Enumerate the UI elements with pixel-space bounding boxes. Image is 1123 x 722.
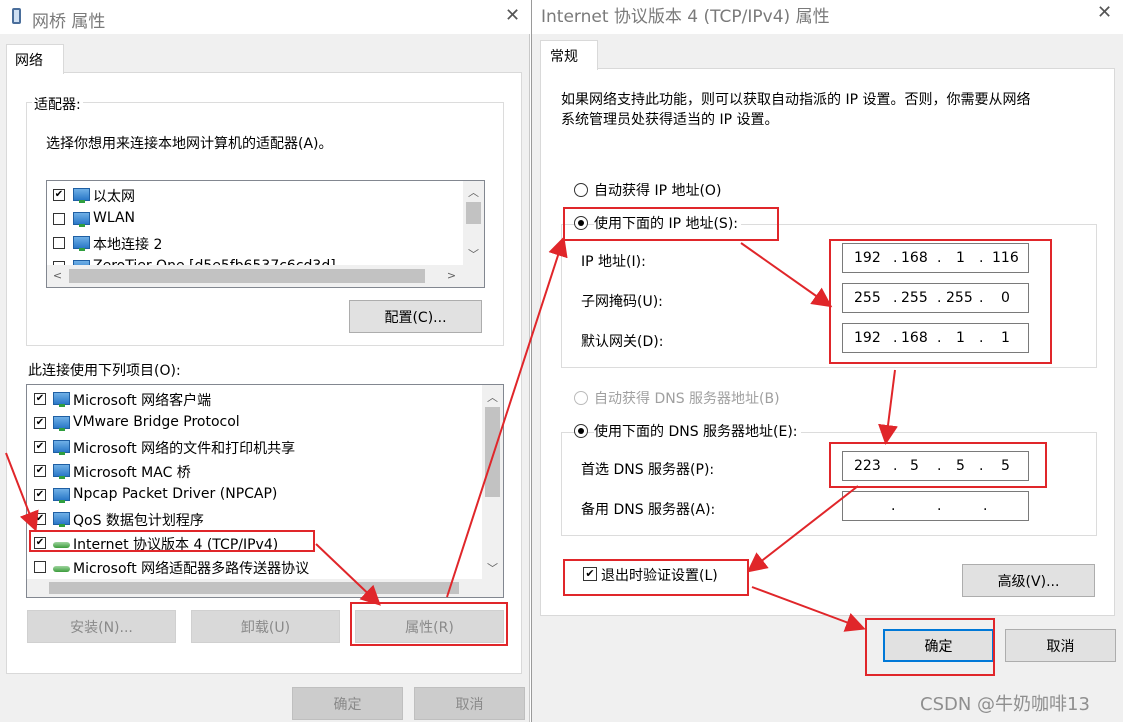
list-item[interactable]: ✔ VMware Bridge Protocol xyxy=(27,411,482,434)
highlight-box-preferred-dns xyxy=(829,442,1047,488)
bridge-app-icon xyxy=(12,8,21,24)
item-checkbox[interactable] xyxy=(34,561,46,573)
network-icon xyxy=(53,464,70,479)
scrollbar-thumb[interactable] xyxy=(49,582,459,594)
horizontal-scrollbar[interactable]: < > xyxy=(47,265,484,287)
subnet-mask-label: 子网掩码(U): xyxy=(581,294,663,310)
ip-address-label: IP 地址(I): xyxy=(581,254,646,270)
components-list[interactable]: ✔ Microsoft 网络客户端 ✔ VMware Bridge Protoc… xyxy=(26,384,504,598)
horizontal-scrollbar[interactable] xyxy=(27,579,503,597)
list-item[interactable]: ✔ Npcap Packet Driver (NPCAP) xyxy=(27,483,482,506)
advanced-button[interactable]: 高级(V)... xyxy=(962,564,1095,597)
install-button[interactable]: 安装(N)... xyxy=(27,610,176,643)
cancel-button[interactable]: 取消 xyxy=(1005,629,1116,662)
highlight-box-ip-fields xyxy=(829,239,1052,364)
list-item[interactable]: ✔ QoS 数据包计划程序 xyxy=(27,507,482,530)
list-item[interactable]: ✔ 以太网 xyxy=(47,184,463,206)
manual-dns-label: 使用下面的 DNS 服务器地址(E): xyxy=(594,421,801,441)
list-item[interactable]: ✔ Microsoft 网络客户端 xyxy=(27,387,482,410)
network-icon xyxy=(73,236,90,251)
scrollbar-thumb[interactable] xyxy=(466,202,481,224)
chevron-right-icon[interactable]: > xyxy=(443,267,460,284)
chevron-up-icon[interactable]: ︿ xyxy=(484,388,501,405)
title-bar: Internet 协议版本 4 (TCP/IPv4) 属性 ✕ xyxy=(532,0,1123,34)
close-icon[interactable]: ✕ xyxy=(1097,2,1112,23)
chevron-left-icon[interactable]: < xyxy=(49,267,66,284)
items-group-label: 此连接使用下列项目(O): xyxy=(28,363,181,379)
list-item[interactable]: ✔ Microsoft 网络的文件和打印机共享 xyxy=(27,435,482,458)
list-item[interactable]: 本地连接 2 xyxy=(47,232,463,254)
description-text: 系统管理员处获得适当的 IP 设置。 xyxy=(561,112,779,128)
watermark: CSDN @牛奶咖啡13 xyxy=(920,694,1090,715)
item-checkbox[interactable]: ✔ xyxy=(34,465,46,477)
auto-dns-radio[interactable] xyxy=(574,391,588,405)
highlight-box-ok-button xyxy=(865,618,995,676)
item-checkbox[interactable]: ✔ xyxy=(34,513,46,525)
adapters-hint: 选择你想用来连接本地网计算机的适配器(A)。 xyxy=(46,136,333,152)
ok-button[interactable]: 确定 xyxy=(292,687,403,720)
item-checkbox[interactable]: ✔ xyxy=(34,489,46,501)
auto-ip-radio[interactable] xyxy=(574,183,588,197)
adapter-checkbox[interactable] xyxy=(53,213,65,225)
adapter-checkbox[interactable]: ✔ xyxy=(53,189,65,201)
network-icon xyxy=(73,212,90,227)
chevron-down-icon[interactable]: ﹀ xyxy=(465,245,482,262)
alternate-dns-field[interactable]: ... xyxy=(842,491,1029,521)
chevron-down-icon[interactable]: ﹀ xyxy=(484,559,501,576)
item-checkbox[interactable]: ✔ xyxy=(34,393,46,405)
description-text: 如果网络支持此功能，则可以获取自动指派的 IP 设置。否则，你需要从网络 xyxy=(561,92,1031,108)
tab-general[interactable]: 常规 xyxy=(540,40,598,70)
protocol-icon xyxy=(53,566,70,572)
adapters-list[interactable]: ✔ 以太网 WLAN 本地连接 2 ZeroTier One [d5e5fb65… xyxy=(46,180,485,288)
cancel-button[interactable]: 取消 xyxy=(414,687,525,720)
manual-dns-radio[interactable] xyxy=(574,424,588,438)
list-item[interactable]: Microsoft 网络适配器多路传送器协议 xyxy=(27,555,482,578)
network-icon xyxy=(53,488,70,503)
scrollbar-thumb[interactable] xyxy=(69,269,425,283)
uninstall-button[interactable]: 卸载(U) xyxy=(191,610,340,643)
auto-dns-label: 自动获得 DNS 服务器地址(B) xyxy=(594,391,780,407)
highlight-box-properties-button xyxy=(350,602,508,646)
adapters-group-label: 适配器: xyxy=(32,94,83,114)
tab-network[interactable]: 网络 xyxy=(6,44,64,74)
network-icon xyxy=(53,416,70,431)
highlight-box-validate xyxy=(563,559,749,596)
close-icon[interactable]: ✕ xyxy=(505,5,520,26)
item-checkbox[interactable]: ✔ xyxy=(34,417,46,429)
window-title: Internet 协议版本 4 (TCP/IPv4) 属性 xyxy=(541,7,830,27)
list-item[interactable]: ✔ Microsoft MAC 桥 xyxy=(27,459,482,482)
preferred-dns-label: 首选 DNS 服务器(P): xyxy=(581,462,715,478)
window-title: 网桥 属性 xyxy=(32,12,106,32)
chevron-up-icon[interactable]: ︿ xyxy=(465,183,482,200)
network-icon xyxy=(53,512,70,527)
title-bar: 网桥 属性 ✕ xyxy=(0,0,530,34)
highlight-box-ipv4-item xyxy=(29,530,315,552)
auto-ip-label: 自动获得 IP 地址(O) xyxy=(594,183,722,199)
network-icon xyxy=(73,188,90,203)
configure-button[interactable]: 配置(C)... xyxy=(349,300,482,333)
network-icon xyxy=(53,440,70,455)
list-item[interactable]: WLAN xyxy=(47,208,463,230)
adapter-checkbox[interactable] xyxy=(53,237,65,249)
highlight-box-manual-ip xyxy=(563,207,779,241)
scrollbar-thumb[interactable] xyxy=(485,407,500,497)
alternate-dns-label: 备用 DNS 服务器(A): xyxy=(581,502,716,518)
network-icon xyxy=(53,392,70,407)
item-checkbox[interactable]: ✔ xyxy=(34,441,46,453)
gateway-label: 默认网关(D): xyxy=(581,334,664,350)
vertical-scrollbar[interactable]: ︿ ﹀ xyxy=(463,181,484,265)
vertical-scrollbar[interactable]: ︿ ﹀ xyxy=(482,385,503,579)
